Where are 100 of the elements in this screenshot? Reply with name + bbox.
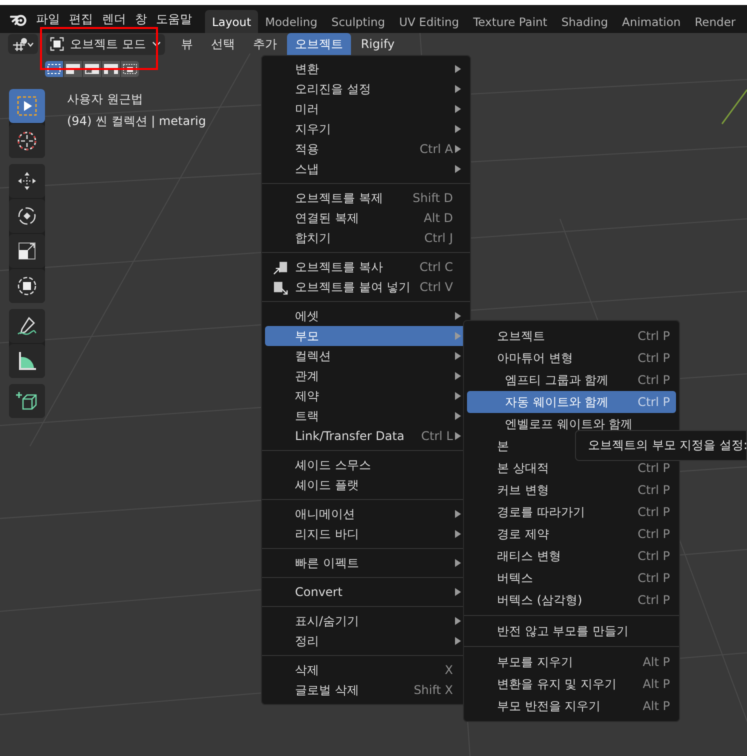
- workspace-tab[interactable]: Texture Paint: [466, 10, 554, 33]
- selection-mode-icon: [65, 63, 81, 75]
- menu-item[interactable]: 선택: [202, 32, 243, 56]
- move-tool-button[interactable]: [9, 164, 45, 198]
- menu-item[interactable]: 표시/숨기기: [265, 611, 467, 631]
- menu-item[interactable]: 스냅: [265, 159, 467, 179]
- view-name-label: 사용자 원근법: [67, 91, 144, 108]
- workspace-tab[interactable]: Shading: [554, 10, 616, 33]
- shortcut-label: X: [444, 663, 453, 677]
- submenu-arrow-icon: [455, 65, 461, 73]
- menu-item[interactable]: 엠프티 그룹과 함께 Ctrl P: [467, 369, 676, 391]
- annotate-tool-button[interactable]: [9, 309, 45, 343]
- menu-item[interactable]: 셰이드 스무스: [265, 455, 467, 475]
- menu-item[interactable]: 아마튜어 변형 Ctrl P: [467, 347, 676, 369]
- menu-item[interactable]: 에셋: [265, 306, 467, 326]
- clipboard-icon: [273, 280, 288, 294]
- menu-item[interactable]: 지우기: [265, 119, 467, 139]
- shortcut-label: Alt P: [642, 699, 670, 713]
- menu-item[interactable]: 오브젝트 Ctrl P: [467, 325, 676, 347]
- shortcut-label: Ctrl V: [420, 280, 453, 294]
- shortcut-label: Shift D: [412, 191, 453, 205]
- rotate-tool-button[interactable]: [9, 199, 45, 233]
- select-tool-button[interactable]: [9, 89, 45, 123]
- menu-item[interactable]: 경로를 따라가기 Ctrl P: [467, 501, 676, 523]
- menu-item[interactable]: 래티스 변형 Ctrl P: [467, 545, 676, 567]
- workspace-tab[interactable]: Animation: [615, 10, 688, 33]
- menu-item[interactable]: Rigify: [352, 34, 403, 54]
- menu-item[interactable]: 제약: [265, 386, 467, 406]
- menu-item[interactable]: 오리진을 설정: [265, 79, 467, 99]
- menu-item[interactable]: 창: [135, 10, 147, 28]
- menu-item[interactable]: 변환: [265, 59, 467, 79]
- shortcut-label: Alt P: [642, 677, 670, 691]
- menu-item[interactable]: 오브젝트를 복사 Ctrl C: [265, 257, 467, 277]
- submenu-arrow-icon: [455, 372, 461, 380]
- editor-type-button[interactable]: [8, 34, 38, 54]
- submenu-arrow-icon: [455, 145, 461, 153]
- shortcut-label: Alt P: [642, 655, 670, 669]
- menu-item[interactable]: 파일: [36, 10, 60, 28]
- menu-item[interactable]: 빠른 이펙트: [265, 553, 467, 573]
- transform-tool-button[interactable]: [9, 269, 45, 303]
- menu-item[interactable]: 버텍스 Ctrl P: [467, 567, 676, 589]
- menu-item[interactable]: 트랙: [265, 406, 467, 426]
- submenu-arrow-icon: [455, 392, 461, 400]
- workspace-tab[interactable]: Sculpting: [324, 10, 392, 33]
- menu-item[interactable]: 오브젝트를 복제 Shift D: [265, 188, 467, 208]
- menu-item[interactable]: 셰이드 플랫: [265, 475, 467, 495]
- scene-info-label: (94) 씬 컬렉션 | metarig: [67, 113, 206, 130]
- menu-item[interactable]: 합치기 Ctrl J: [265, 228, 467, 248]
- menu-item[interactable]: 자동 웨이트와 함께 Ctrl P: [467, 391, 676, 413]
- shortcut-label: Ctrl A: [420, 142, 453, 156]
- menu-item[interactable]: 도움말: [156, 10, 192, 28]
- workspace-tab[interactable]: UV Editing: [392, 10, 466, 33]
- grid-icon: [11, 36, 35, 52]
- menu-item[interactable]: 추가: [244, 32, 285, 56]
- workspace-tab[interactable]: Render: [688, 10, 743, 33]
- menu-item[interactable]: 반전 않고 부모를 만들기: [467, 620, 676, 642]
- menu-item[interactable]: 연결된 복제 Alt D: [265, 208, 467, 228]
- submenu-arrow-icon: [455, 85, 461, 93]
- shortcut-label: Ctrl P: [638, 505, 670, 519]
- menu-item[interactable]: 커브 변형 Ctrl P: [467, 479, 676, 501]
- shortcut-label: Ctrl P: [638, 527, 670, 541]
- workspace-tab[interactable]: Layout: [205, 10, 258, 33]
- submenu-arrow-icon: [455, 125, 461, 133]
- menu-item[interactable]: Link/Transfer Data Ctrl L: [265, 426, 467, 446]
- menu-item[interactable]: 정리: [265, 631, 467, 651]
- crosshair-icon: [15, 129, 39, 153]
- menu-item[interactable]: 렌더: [102, 10, 126, 28]
- menu-item[interactable]: 적용 Ctrl A: [265, 139, 467, 159]
- selection-mode-icon: [46, 63, 62, 75]
- menu-item[interactable]: 미러: [265, 99, 467, 119]
- menu-item[interactable]: 부모를 지우기 Alt P: [467, 651, 676, 673]
- menu-item[interactable]: 애니메이션: [265, 504, 467, 524]
- menu-item[interactable]: 리지드 바디: [265, 524, 467, 544]
- menu-item[interactable]: Convert: [265, 582, 467, 602]
- menu-item[interactable]: 오브젝트: [286, 32, 351, 56]
- submenu-arrow-icon: [455, 588, 461, 596]
- menu-item[interactable]: 버텍스 (삼각형) Ctrl P: [467, 589, 676, 611]
- measure-tool-button[interactable]: [9, 344, 45, 378]
- scale-tool-button[interactable]: [9, 234, 45, 268]
- shortcut-label: Ctrl P: [638, 549, 670, 563]
- menu-item[interactable]: 글로벌 삭제 Shift X: [265, 680, 467, 700]
- mode-dropdown[interactable]: 오브젝트 모드: [46, 34, 165, 54]
- menu-item[interactable]: 경로 제약 Ctrl P: [467, 523, 676, 545]
- menu-item[interactable]: 오브젝트를 붙여 넣기 Ctrl V: [265, 277, 467, 297]
- submenu-arrow-icon: [455, 617, 461, 625]
- pencil-icon: [15, 314, 39, 338]
- submenu-arrow-icon: [455, 559, 461, 567]
- menu-item[interactable]: 부모 반전을 지우기 Alt P: [467, 695, 676, 717]
- workspace-tab[interactable]: Modeling: [258, 10, 324, 33]
- selection-mode-icon: [122, 63, 138, 75]
- menu-item[interactable]: 삭제 X: [265, 660, 467, 680]
- menu-item[interactable]: 컬렉션: [265, 346, 467, 366]
- cursor-tool-button[interactable]: [9, 124, 45, 158]
- menu-item[interactable]: 변환을 유지 및 지우기 Alt P: [467, 673, 676, 695]
- add-cube-tool-button[interactable]: [9, 384, 45, 418]
- menu-item[interactable]: 뷰: [172, 32, 201, 56]
- caret-icon: [152, 41, 161, 47]
- menu-item[interactable]: 편집: [69, 10, 93, 28]
- submenu-arrow-icon: [455, 432, 461, 440]
- menu-item[interactable]: 관계: [265, 366, 467, 386]
